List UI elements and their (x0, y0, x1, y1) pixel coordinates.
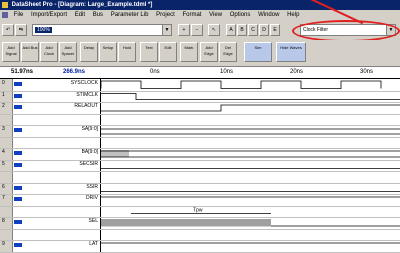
tpw-label: Tpw (193, 208, 203, 214)
signal-flag-icon[interactable] (14, 105, 22, 109)
signal-name[interactable]: BA[9:0] (28, 149, 98, 155)
tool-b-icon[interactable]: B (237, 24, 247, 36)
signal-name[interactable]: SEL (28, 218, 98, 224)
text-button[interactable]: Text (140, 42, 158, 62)
signal-flag-icon[interactable] (14, 82, 22, 86)
menu-parameter-lib[interactable]: Parameter Lib (108, 12, 152, 18)
tick-label: 10ns (220, 69, 234, 75)
signal-flag-icon[interactable] (14, 197, 22, 201)
hold-button[interactable]: Hold (118, 42, 136, 62)
add-signal-button[interactable]: Add Signal (2, 42, 20, 62)
menu-help[interactable]: Help (284, 12, 302, 18)
edit-toolbar: Add Signal Add Bus Add Clock Add Spacer … (0, 40, 400, 67)
window-title: DataSheet Pro - [Diagram: Large_Example.… (11, 2, 153, 8)
pointer-icon[interactable]: ↖ (208, 24, 220, 36)
setup-button[interactable]: Setup (99, 42, 117, 62)
waveform-canvas[interactable]: Tpw (101, 79, 400, 252)
del-edge-button[interactable]: Del Edge (219, 42, 237, 62)
mark-button[interactable]: Mark (180, 42, 198, 62)
signal-flag-icon[interactable] (14, 220, 22, 224)
signal-flag-icon[interactable] (14, 243, 22, 247)
row-number: 0 (2, 80, 5, 86)
zoom-in-icon[interactable]: + (178, 24, 190, 36)
timeline-header: 51.97ns 266.9ns 0ns 10ns 20ns 30ns (0, 67, 400, 79)
undo-button[interactable]: ↶ (2, 24, 14, 36)
signal-name[interactable]: STIMCLK (28, 92, 98, 98)
arrange-button[interactable]: ⇆ (15, 24, 27, 36)
row-number: 5 (2, 160, 5, 167)
row-number: 4 (2, 149, 5, 155)
wave-sel (101, 219, 271, 227)
row-number: 2 (2, 103, 5, 109)
menu-format[interactable]: Format (179, 12, 204, 18)
menu-view[interactable]: View (206, 12, 225, 18)
add-clock-button[interactable]: Add Clock (40, 42, 58, 62)
menu-project[interactable]: Project (153, 12, 178, 18)
row-number: 3 (2, 126, 5, 132)
waveform-grid: 0 SYSCLOCK 1 STIMCLK 2 RELAOUT 3 SA[9:0] 4 BA[9:0… (0, 79, 400, 253)
document-icon (2, 12, 8, 18)
signal-flag-icon[interactable] (14, 185, 22, 190)
tick-label: 20ns (290, 69, 304, 75)
signal-name[interactable]: SSIR (28, 184, 98, 190)
menu-edit[interactable]: Edit (72, 12, 88, 18)
signal-name[interactable]: SECSIR (28, 161, 98, 167)
signal-flag-icon[interactable] (14, 128, 22, 132)
main-toolbar: ↶ ⇆ 100% ▼ + − ↖ A B C D E Clock Filter … (0, 20, 400, 42)
signal-flag-icon[interactable] (14, 93, 22, 98)
delay-button[interactable]: Delay (80, 42, 98, 62)
tick-label: 30ns (360, 69, 374, 75)
menu-options[interactable]: Options (227, 12, 254, 18)
chevron-down-icon: ▼ (162, 25, 171, 35)
signal-name[interactable]: SYSCLOCK (28, 80, 98, 86)
signal-flag-icon[interactable] (14, 151, 22, 155)
zoom-out-icon[interactable]: − (191, 24, 203, 36)
zoom-value: 100% (35, 27, 52, 33)
row-number: 9 (2, 241, 5, 247)
app-icon (2, 2, 8, 8)
edit-button[interactable]: Edit (159, 42, 177, 62)
tool-d-icon[interactable]: D (259, 24, 269, 36)
cursor-a-time[interactable]: 51.97ns (2, 67, 42, 78)
tick-label: 0ns (150, 69, 160, 75)
menu-file[interactable]: File (11, 12, 27, 18)
signal-name[interactable]: SA[9:0] (28, 126, 98, 132)
signal-name[interactable]: DRIV (28, 195, 98, 201)
add-edge-button[interactable]: Add Edge (200, 42, 218, 62)
zoom-combo[interactable]: 100% ▼ (32, 24, 172, 36)
signal-name[interactable]: RELAOUT (28, 103, 98, 109)
cursor-b-time[interactable]: 266.9ns (50, 67, 98, 78)
wave-relaout (101, 104, 400, 112)
hide-waves-button[interactable]: Hide Waves (276, 42, 306, 62)
menu-window[interactable]: Window (255, 12, 282, 18)
signal-name[interactable]: LAT (28, 241, 98, 247)
wave-sysclock (101, 80, 382, 89)
menu-import-export[interactable]: Import/Export (28, 12, 70, 18)
tool-c-icon[interactable]: C (248, 24, 258, 36)
wave-stimclk (101, 93, 400, 100)
highlight-ring (292, 20, 400, 42)
signal-flag-icon[interactable] (14, 162, 22, 167)
add-bus-button[interactable]: Add Bus (21, 42, 39, 62)
row-number: 8 (2, 218, 5, 224)
tool-a-icon[interactable]: A (226, 24, 236, 36)
menu-bus[interactable]: Bus (90, 12, 106, 18)
add-spacer-button[interactable]: Add Spacer (59, 42, 77, 62)
row-number: 1 (2, 91, 5, 98)
row-number: 6 (2, 183, 5, 190)
sim-button[interactable]: Sim (244, 42, 272, 62)
title-bar: DataSheet Pro - [Diagram: Large_Example.… (0, 0, 400, 10)
row-number: 7 (2, 195, 5, 201)
tool-e-icon[interactable]: E (270, 24, 280, 36)
